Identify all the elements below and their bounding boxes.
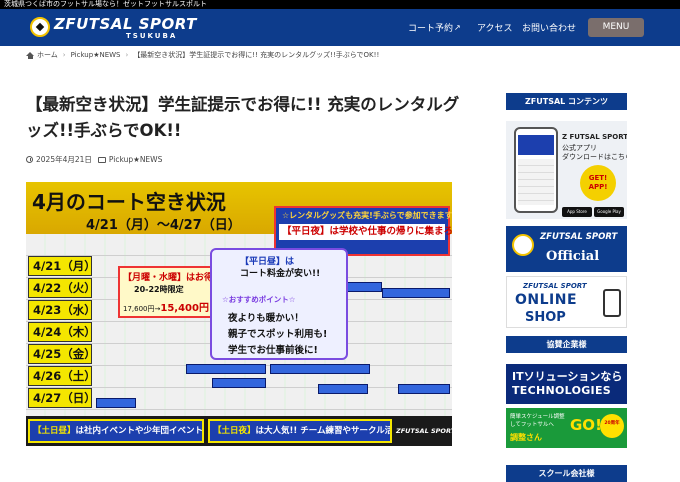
open-slot xyxy=(318,384,368,394)
home-icon xyxy=(26,51,34,59)
get-app-badge: GET! APP! xyxy=(580,165,616,201)
open-slot xyxy=(270,364,370,374)
clock-icon xyxy=(26,156,33,163)
day-label: 4/24（木） xyxy=(28,322,96,342)
it-sponsor-banner[interactable]: ITソリューションなら TECHNOLOGIES xyxy=(506,364,627,404)
hero-image: 4月のコート空き状況 4/21（月）〜4/27（日） 4/21（月） 4/22（… xyxy=(26,182,452,446)
site-tagline: 茨城県つくば市のフットサル場なら！ゼットフットサルスポルト xyxy=(4,0,207,8)
breadcrumb-current: 【最新空き状況】学生証提示でお得に!! 充実のレンタルグッズ!!手ぶらでOK!! xyxy=(133,51,380,59)
app-store-badge[interactable]: App Store xyxy=(562,207,592,217)
nav-item-reserve[interactable]: コート予約 ↗ xyxy=(408,9,461,46)
day-label: 4/23（水） xyxy=(28,300,96,320)
hero-logo: ZFUTSAL SPORT xyxy=(396,427,452,435)
folder-icon xyxy=(97,156,106,163)
post-title: 【最新空き状況】学生証提示でお得に!! 充実のレンタルグッズ!!手ぶらでOK!! xyxy=(26,95,460,140)
shopping-cart-icon xyxy=(603,289,621,317)
day-label: 4/27（日） xyxy=(28,388,96,408)
post-date: 2025年4月21日 xyxy=(36,155,92,164)
sidebar-sponsor-heading: 協賛企業様 xyxy=(506,336,627,353)
open-slot xyxy=(96,398,136,408)
logo-name: ZFUTSAL SPORT xyxy=(54,15,197,33)
open-slot xyxy=(212,378,266,388)
chevron-right-icon: › xyxy=(62,51,66,59)
anniversary-seal: 20周年 xyxy=(600,414,624,438)
mon-wed-promo: 【月曜・水曜】はお得!! 20-22時限定 17,600円→15,400円 xyxy=(118,266,221,318)
breadcrumb: ホーム › Pickup★NEWS › 【最新空き状況】学生証提示でお得に!! … xyxy=(26,50,379,60)
smartphone-icon xyxy=(514,127,558,213)
breadcrumb-category[interactable]: Pickup★NEWS xyxy=(71,51,121,59)
external-link-icon: ↗ xyxy=(454,23,461,32)
day-label: 4/26（土） xyxy=(28,366,96,386)
open-slot xyxy=(342,282,382,292)
open-slot xyxy=(186,364,266,374)
sidebar-contents-heading: ZFUTSAL コンテンツ xyxy=(506,93,627,110)
hero-date-range: 4/21（月）〜4/27（日） xyxy=(86,218,241,233)
post-meta: 2025年4月21日 Pickup★NEWS xyxy=(26,154,162,165)
online-shop-banner[interactable]: ZFUTSAL SPORT ONLINE SHOP xyxy=(506,276,627,328)
chevron-right-icon: › xyxy=(125,51,129,59)
nav-item-access[interactable]: アクセス xyxy=(477,9,513,46)
soccer-ball-icon xyxy=(512,234,534,256)
chouseisan-sponsor-banner[interactable]: 簡単スケジュール調整 してフットサルへ 調整さん GO! 20周年 xyxy=(506,408,627,448)
hero-title: 4月のコート空き状況 xyxy=(32,190,226,214)
open-slot xyxy=(398,384,450,394)
soccer-ball-icon xyxy=(30,17,50,37)
google-play-badge[interactable]: Google Play xyxy=(594,207,624,217)
app-download-banner[interactable]: Z FUTSAL SPORT 公式アプリ ダウンロードはこちら GET! APP… xyxy=(506,121,627,219)
day-label: 4/25（金） xyxy=(28,344,96,364)
site-logo[interactable]: ZFUTSAL SPORT TSUKUBA xyxy=(30,15,196,41)
day-label: 4/21（月） xyxy=(28,256,96,276)
logo-sub: TSUKUBA xyxy=(126,32,178,40)
official-site-banner[interactable]: ZFUTSAL SPORT Official xyxy=(506,226,627,272)
weekday-daytime-promo: 【平日昼】は コート料金が安い!! ☆おすすめポイント☆ 夜よりも暖かい！ 親子… xyxy=(210,248,348,360)
weekend-night-note: 【土日夜】は大人気!! チーム練習やサークル活動にピッタリ!! xyxy=(208,419,392,443)
menu-button[interactable]: MENU xyxy=(588,18,644,37)
breadcrumb-home[interactable]: ホーム xyxy=(37,50,58,60)
hero-bottom-band: 【土日昼】は社内イベントや少年団イベントに!! 【土日夜】は大人気!! チーム練… xyxy=(26,416,452,446)
nav-item-contact[interactable]: お問い合わせ xyxy=(522,9,576,46)
post-category[interactable]: Pickup★NEWS xyxy=(109,155,162,164)
open-slot xyxy=(382,288,450,298)
top-announcement-bar: 茨城県つくば市のフットサル場なら！ゼットフットサルスポルト xyxy=(0,0,680,9)
site-header: ZFUTSAL SPORT TSUKUBA コート予約 ↗ アクセス お問い合わせ… xyxy=(0,9,680,46)
weekend-day-note: 【土日昼】は社内イベントや少年団イベントに!! xyxy=(28,419,204,443)
sidebar-school-heading: スクール会社様 xyxy=(506,465,627,482)
day-label: 4/22（火） xyxy=(28,278,96,298)
